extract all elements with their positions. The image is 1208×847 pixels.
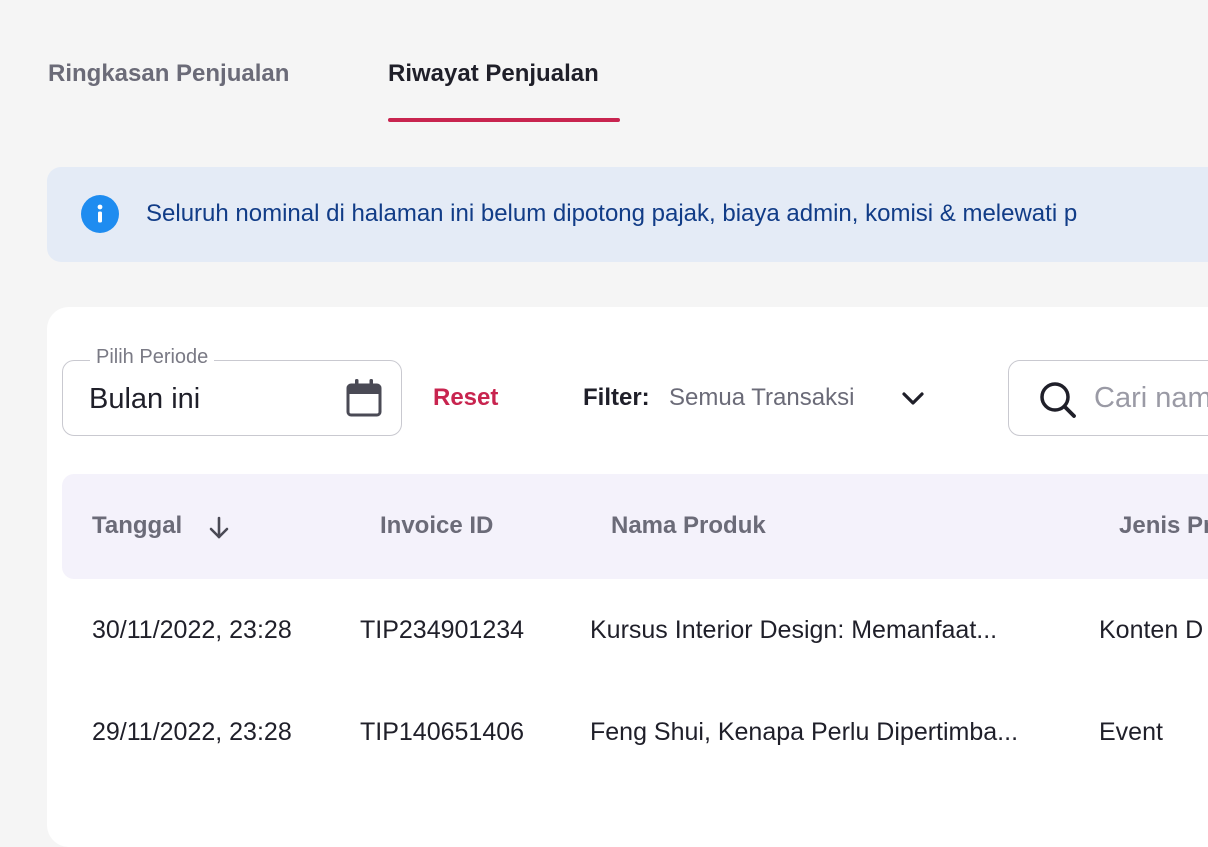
period-picker-label: Pilih Periode: [90, 346, 215, 369]
search-box[interactable]: [1008, 360, 1208, 436]
info-icon: [81, 195, 119, 233]
cell-invoice: TIP140651406: [360, 718, 525, 746]
column-header-product: Nama Produk: [611, 512, 766, 539]
cell-type: Event: [1099, 718, 1163, 746]
calendar-icon[interactable]: [346, 379, 382, 422]
tab-ringkasan-penjualan[interactable]: Ringkasan Penjualan: [48, 60, 289, 88]
column-header-invoice: Invoice ID: [380, 512, 494, 539]
cell-invoice: TIP234901234: [360, 616, 525, 644]
filter-label: Filter:: [583, 384, 650, 411]
info-banner: Seluruh nominal di halaman ini belum dip…: [47, 167, 1208, 262]
cell-product: Feng Shui, Kenapa Perlu Dipertimba...: [590, 718, 1019, 746]
active-tab-indicator: [388, 118, 620, 122]
cell-date: 29/11/2022, 23:28: [92, 718, 292, 746]
column-header-type: Jenis Pr: [1119, 512, 1208, 539]
search-input[interactable]: [1094, 379, 1208, 417]
search-icon: [1039, 381, 1077, 424]
tab-riwayat-penjualan[interactable]: Riwayat Penjualan: [388, 60, 599, 88]
column-header-date[interactable]: Tanggal: [92, 512, 182, 540]
filter-dropdown-value[interactable]: Semua Transaksi: [669, 384, 854, 412]
chevron-down-icon[interactable]: [900, 388, 926, 413]
info-banner-text: Seluruh nominal di halaman ini belum dip…: [146, 200, 1078, 227]
cell-product: Kursus Interior Design: Memanfaat...: [590, 616, 998, 644]
period-picker-value[interactable]: Bulan ini: [89, 383, 200, 416]
arrow-down-icon[interactable]: [207, 515, 231, 546]
reset-button[interactable]: Reset: [433, 384, 498, 412]
cell-type: Konten D: [1099, 616, 1204, 644]
cell-date: 30/11/2022, 23:28: [92, 616, 292, 644]
